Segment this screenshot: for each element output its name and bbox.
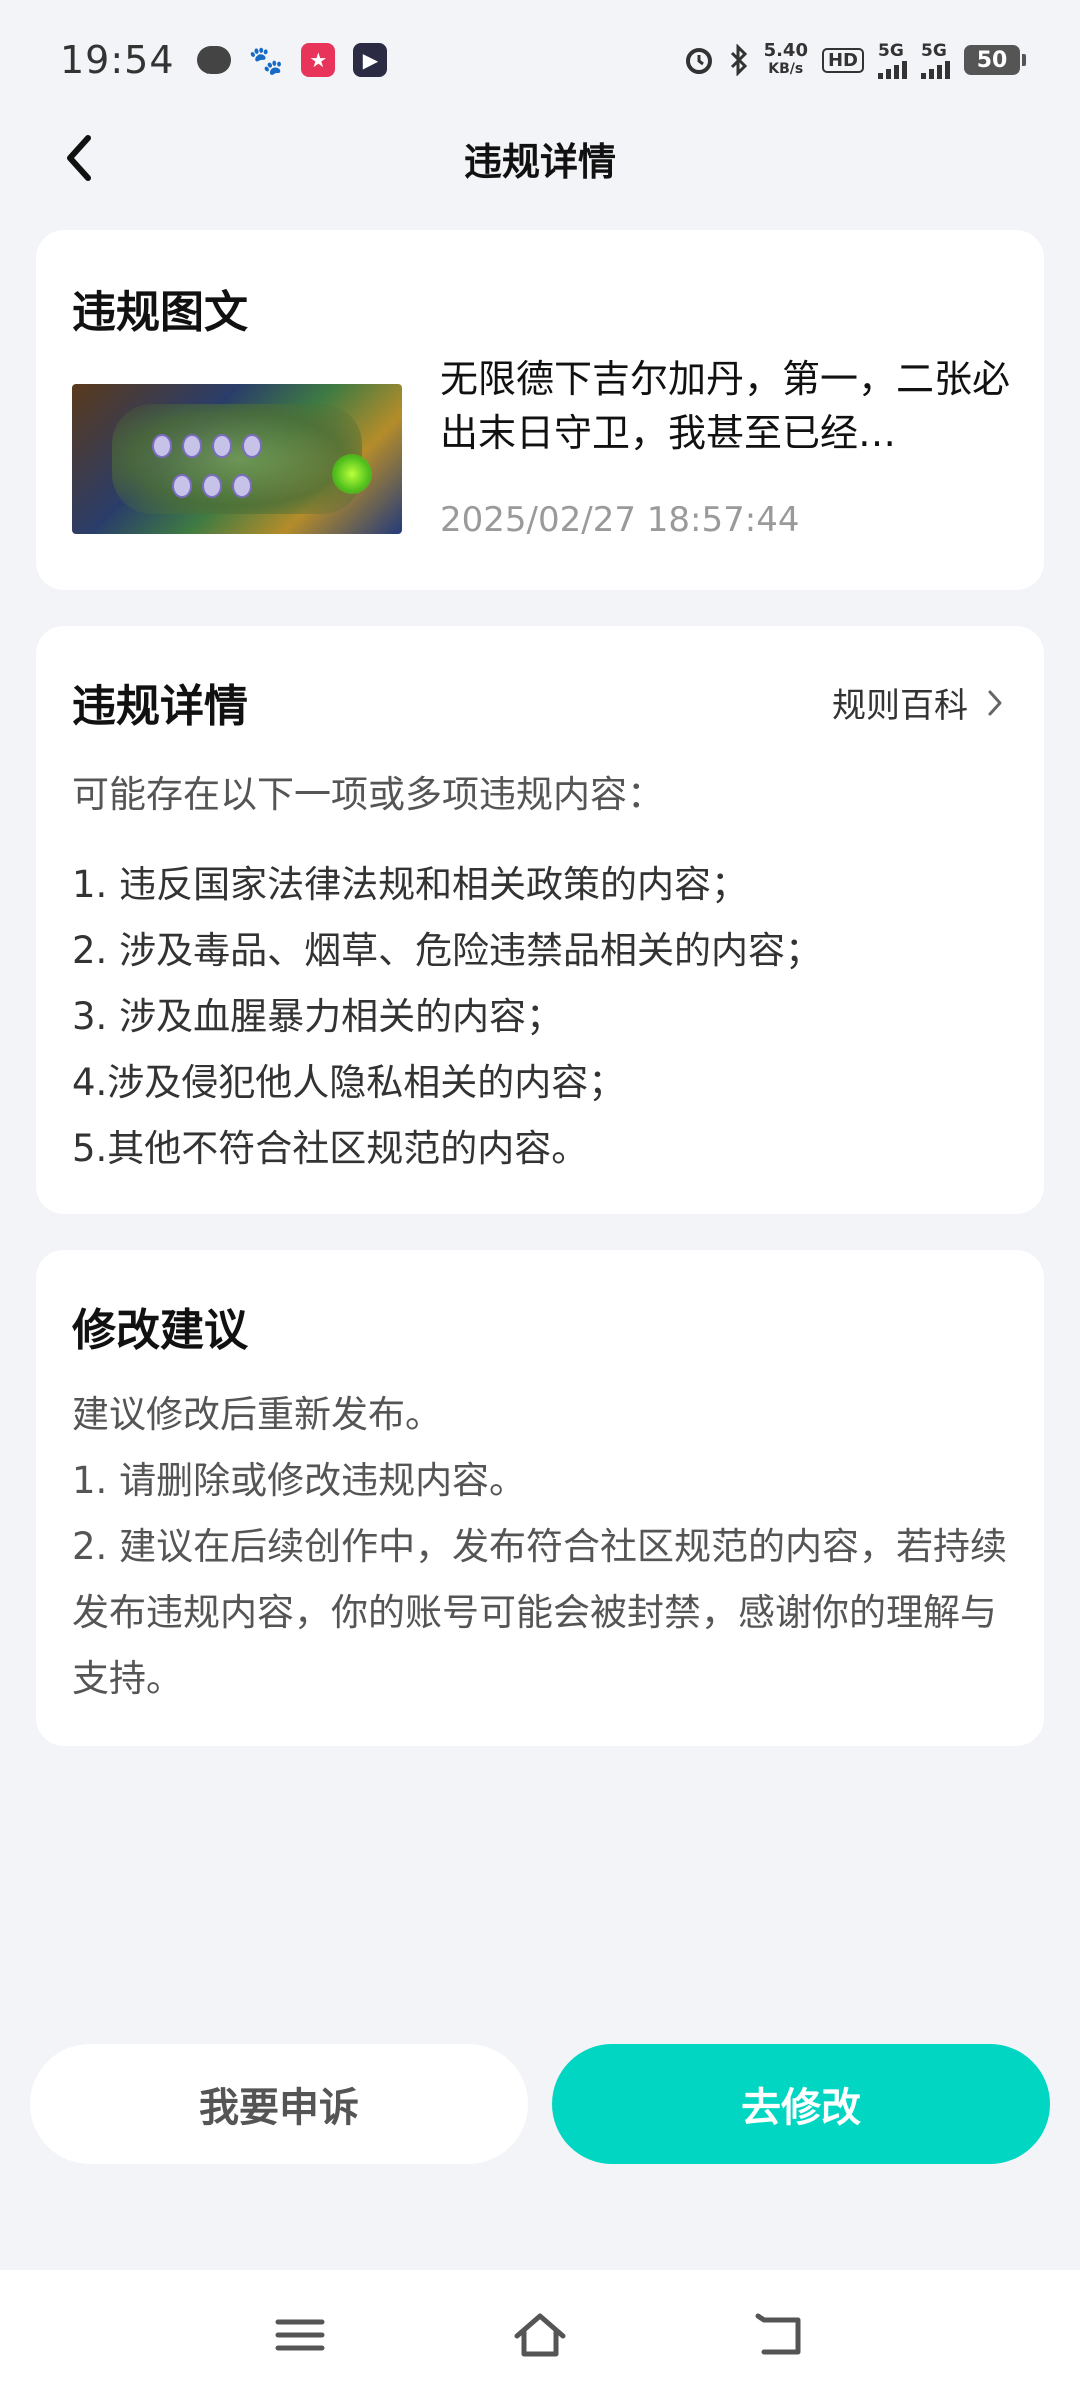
menu-nav-button[interactable] xyxy=(270,2310,330,2360)
list-item: 4.涉及侵犯他人隐私相关的内容； xyxy=(72,1061,626,1104)
back-nav-button[interactable] xyxy=(750,2310,810,2360)
menu-icon xyxy=(275,2319,325,2351)
list-item: 2. 涉及毒品、烟草、危险违禁品相关的内容； xyxy=(72,929,823,972)
signal-bars-icon xyxy=(921,61,950,79)
post-timestamp: 2025/02/27 18:57:44 xyxy=(440,500,800,540)
hd-badge: HD xyxy=(821,47,864,73)
section-title-violation-details: 违规详情 xyxy=(72,681,248,732)
thumbnail-minion xyxy=(172,474,192,498)
post-thumbnail[interactable] xyxy=(72,384,402,534)
back-button[interactable] xyxy=(50,126,110,190)
section-title-suggestions: 修改建议 xyxy=(72,1305,248,1356)
return-icon xyxy=(755,2313,801,2355)
chevron-right-icon xyxy=(988,690,1002,715)
section-title-violation-post: 违规图文 xyxy=(72,287,248,338)
thumbnail-minion xyxy=(202,474,222,498)
app-icon-red: ★ xyxy=(301,43,336,77)
post-text[interactable]: 无限德下吉尔加丹，第一，二张必出末日守卫，我甚至已经… xyxy=(440,352,1020,460)
system-nav-bar xyxy=(0,2270,1080,2400)
chat-icon xyxy=(196,46,231,74)
violation-details-card: 违规详情 规则百科 可能存在以下一项或多项违规内容： 1. 违反国家法律法规和相… xyxy=(36,626,1044,1214)
list-item: 1. 违反国家法律法规和相关政策的内容； xyxy=(72,863,749,906)
thumbnail-minion xyxy=(232,474,252,498)
battery-icon: 50 xyxy=(964,45,1026,75)
violation-list: 1. 违反国家法律法规和相关政策的内容； 2. 涉及毒品、烟草、危险违禁品相关的… xyxy=(72,852,822,1182)
sim1-label: 5G xyxy=(878,41,904,61)
suggestions-card: 修改建议 建议修改后重新发布。 1. 请删除或修改违规内容。 2. 建议在后续创… xyxy=(36,1250,1044,1746)
suggestion-text: 建议修改后重新发布。 1. 请删除或修改违规内容。 2. 建议在后续创作中，发布… xyxy=(72,1382,1022,1712)
signal-bars-icon xyxy=(878,61,907,79)
network-speed-unit: KB/s xyxy=(768,61,804,77)
violation-post-card: 违规图文 无限德下吉尔加丹，第一，二张必出末日守卫，我甚至已经… 2025/02… xyxy=(36,230,1044,590)
signal-sim1: 5G xyxy=(878,41,907,79)
suggestion-line: 2. 建议在后续创作中，发布符合社区规范的内容，若持续发布违规内容，你的账号可能… xyxy=(72,1525,1008,1700)
modify-button[interactable]: 去修改 xyxy=(552,2044,1050,2164)
header: 违规详情 xyxy=(0,120,1080,196)
rules-encyclopedia-link[interactable]: 规则百科 xyxy=(832,678,1004,727)
thumbnail-minion xyxy=(242,434,262,458)
home-icon xyxy=(514,2313,566,2357)
back-arrow-icon xyxy=(67,135,91,181)
status-time: 19:54 xyxy=(60,38,175,82)
suggestion-line: 建议修改后重新发布。 xyxy=(72,1393,442,1436)
suggestion-line: 1. 请删除或修改违规内容。 xyxy=(72,1459,527,1502)
rules-link-label: 规则百科 xyxy=(832,686,968,726)
app-icon-dark: ▶ xyxy=(353,43,388,77)
thumbnail-board xyxy=(112,404,362,514)
notification-icons: 🐾 ★ ▶ xyxy=(196,43,388,77)
list-item: 3. 涉及血腥暴力相关的内容； xyxy=(72,995,564,1038)
bluetooth-icon xyxy=(730,44,747,76)
sim2-label: 5G xyxy=(921,41,947,61)
network-speed: 5.40 KB/s xyxy=(764,42,808,78)
signal-sim2: 5G xyxy=(921,41,950,79)
baidu-paw-icon: 🐾 xyxy=(248,43,284,77)
thumbnail-minion xyxy=(212,434,232,458)
network-speed-value: 5.40 xyxy=(763,40,808,61)
system-icons: 5.40 KB/s HD 5G 5G 50 xyxy=(684,41,1026,79)
thumbnail-minion xyxy=(152,434,172,458)
thumbnail-minion xyxy=(182,434,202,458)
list-item: 5.其他不符合社区规范的内容。 xyxy=(72,1127,589,1170)
violation-intro: 可能存在以下一项或多项违规内容： xyxy=(72,773,664,816)
home-nav-button[interactable] xyxy=(510,2310,570,2360)
alarm-icon xyxy=(685,48,712,74)
status-bar: 19:54 🐾 ★ ▶ 5.40 KB/s HD 5G 5G 50 xyxy=(0,0,1080,120)
thumbnail-glow xyxy=(332,454,372,494)
appeal-button[interactable]: 我要申诉 xyxy=(30,2044,528,2164)
page-title: 违规详情 xyxy=(463,139,616,184)
